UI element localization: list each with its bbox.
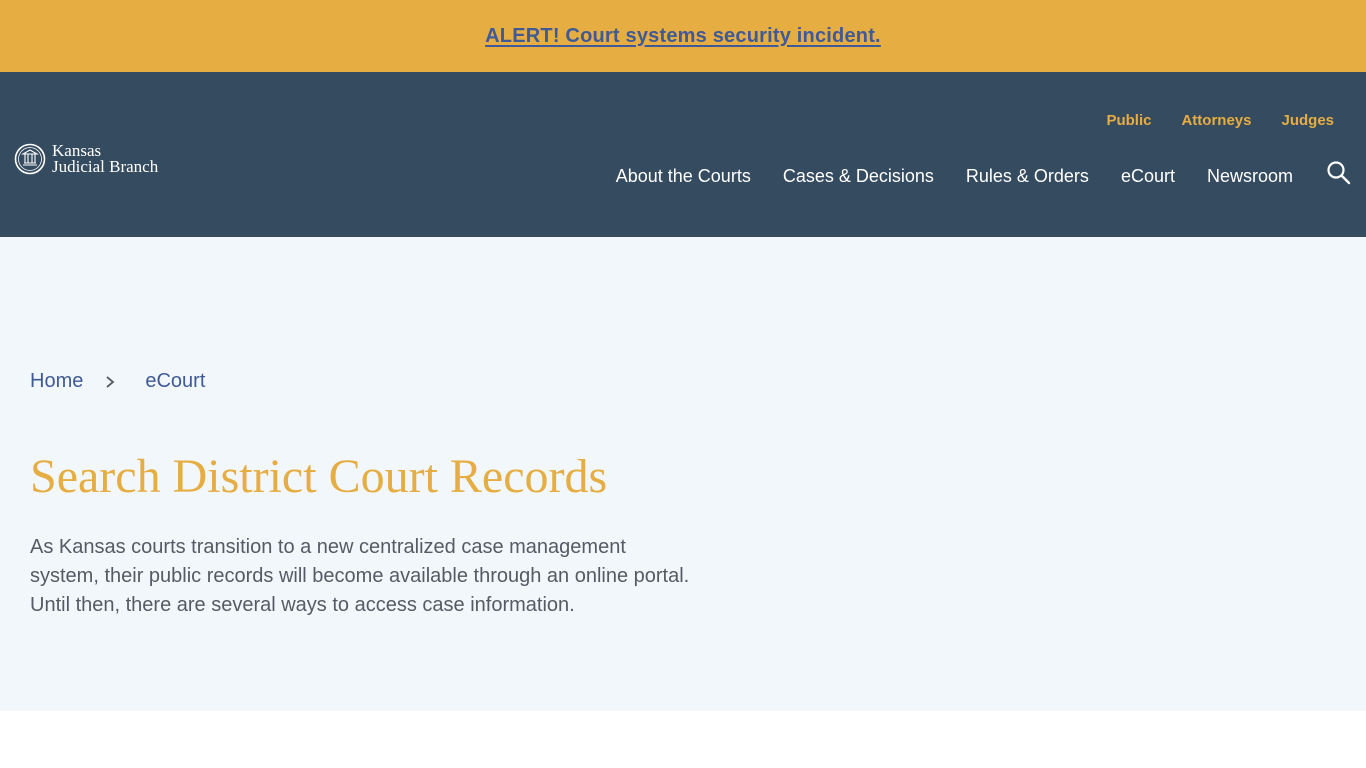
- nav-cases-decisions[interactable]: Cases & Decisions: [783, 166, 934, 187]
- alert-banner: ALERT! Court systems security incident.: [0, 0, 1366, 72]
- main-nav: About the Courts Cases & Decisions Rules…: [584, 166, 1293, 187]
- intro-paragraph: As Kansas courts transition to a new cen…: [30, 536, 690, 616]
- audience-nav: Public Attorneys Judges: [1106, 112, 1366, 129]
- logo-wordmark: Kansas Judicial Branch: [52, 142, 159, 176]
- site-header: Kansas Judicial Branch Public Attorneys …: [0, 72, 1366, 237]
- search-icon: [1327, 161, 1351, 185]
- alert-link[interactable]: ALERT! Court systems security incident.: [485, 25, 881, 48]
- nav-about-the-courts[interactable]: About the Courts: [616, 166, 751, 187]
- chevron-right-icon: [106, 375, 115, 388]
- page-title: Search District Court Records: [30, 450, 608, 503]
- nav-rules-orders[interactable]: Rules & Orders: [966, 166, 1089, 187]
- nav-ecourt[interactable]: eCourt: [1121, 166, 1175, 187]
- audience-link-judges[interactable]: Judges: [1281, 112, 1334, 129]
- nav-newsroom[interactable]: Newsroom: [1207, 166, 1293, 187]
- search-button[interactable]: [1326, 160, 1352, 186]
- site-logo[interactable]: Kansas Judicial Branch: [14, 142, 159, 176]
- audience-link-public[interactable]: Public: [1106, 112, 1151, 129]
- breadcrumb-home[interactable]: Home: [30, 370, 83, 393]
- logo-line-2: Judicial Branch: [52, 157, 159, 176]
- breadcrumb-ecourt[interactable]: eCourt: [145, 370, 205, 393]
- court-seal-icon: [14, 143, 46, 175]
- breadcrumb: Home eCourt: [30, 370, 205, 393]
- hero-section: Home eCourt Search District Court Record…: [0, 237, 1366, 711]
- audience-link-attorneys[interactable]: Attorneys: [1181, 112, 1251, 129]
